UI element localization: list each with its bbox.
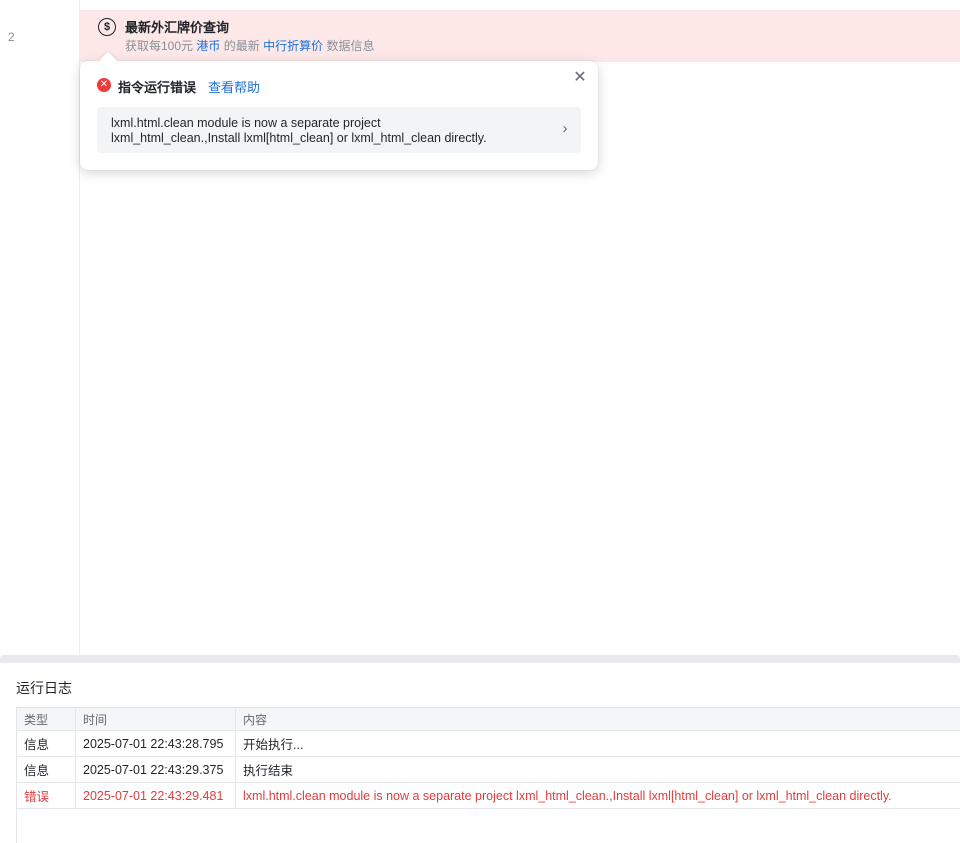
log-time: 2025-07-01 22:43:29.375 bbox=[76, 757, 236, 782]
command-row-forex-query[interactable]: $ 最新外汇牌价查询 获取每100元 港币 的最新 中行折算价 数据信息 bbox=[80, 10, 960, 62]
error-popup: ✕ 指令运行错误 查看帮助 ✕ lxml.html.clean module i… bbox=[80, 61, 598, 170]
log-type: 错误 bbox=[17, 783, 76, 808]
error-popup-title: 指令运行错误 bbox=[118, 80, 197, 95]
table-row: 信息 2025-07-01 22:43:29.375 执行结束 bbox=[17, 757, 960, 783]
table-header-row: 类型 时间 内容 bbox=[17, 708, 960, 731]
desc-middle: 的最新 bbox=[223, 39, 260, 53]
run-log-title: 运行日志 bbox=[16, 680, 72, 696]
column-header-time: 时间 bbox=[76, 708, 236, 730]
command-title: 最新外汇牌价查询 bbox=[125, 20, 230, 35]
column-header-type: 类型 bbox=[17, 708, 76, 730]
currency-exchange-icon: $ bbox=[98, 18, 116, 36]
panel-splitter[interactable] bbox=[0, 655, 960, 663]
log-content: 开始执行... bbox=[243, 738, 304, 752]
rate-type-param[interactable]: 中行折算价 bbox=[263, 39, 323, 53]
log-content: 执行结束 bbox=[243, 764, 294, 778]
error-message-line-2: lxml_html_clean.,Install lxml[html_clean… bbox=[111, 131, 487, 145]
error-message-line-1: lxml.html.clean module is now a separate… bbox=[111, 116, 381, 130]
run-log-table: 类型 时间 内容 信息 2025-07-01 22:43:28.795 开始执行… bbox=[16, 707, 960, 843]
error-circle-icon: ✕ bbox=[97, 78, 111, 92]
log-content: lxml.html.clean module is now a separate… bbox=[243, 788, 892, 803]
column-header-content: 内容 bbox=[243, 712, 268, 727]
table-row-error: 错误 2025-07-01 22:43:29.481 lxml.html.cle… bbox=[17, 783, 960, 809]
close-icon[interactable]: ✕ bbox=[572, 69, 588, 87]
desc-suffix: 数据信息 bbox=[326, 39, 375, 53]
log-type: 信息 bbox=[17, 731, 76, 756]
view-help-link[interactable]: 查看帮助 bbox=[208, 77, 260, 96]
command-description: 获取每100元 港币 的最新 中行折算价 数据信息 bbox=[125, 37, 374, 54]
error-message: lxml.html.clean module is now a separate… bbox=[111, 116, 551, 146]
table-row: 信息 2025-07-01 22:43:28.795 开始执行... bbox=[17, 731, 960, 757]
log-time: 2025-07-01 22:43:28.795 bbox=[76, 731, 236, 756]
error-message-box[interactable]: lxml.html.clean module is now a separate… bbox=[97, 107, 581, 153]
currency-param[interactable]: 港币 bbox=[196, 39, 220, 53]
chevron-right-icon: › bbox=[562, 120, 568, 137]
log-time: 2025-07-01 22:43:29.481 bbox=[76, 783, 236, 808]
line-number-gutter: 2 bbox=[0, 0, 80, 655]
line-number: 2 bbox=[8, 30, 15, 44]
desc-prefix: 获取每100元 bbox=[125, 39, 194, 53]
run-log-panel: 运行日志 类型 时间 内容 信息 2025-07-01 22:43:28.795… bbox=[0, 663, 960, 843]
script-editor: 2 $ 最新外汇牌价查询 获取每100元 港币 的最新 中行折算价 数据信息 ✕… bbox=[0, 0, 960, 655]
log-type: 信息 bbox=[17, 757, 76, 782]
